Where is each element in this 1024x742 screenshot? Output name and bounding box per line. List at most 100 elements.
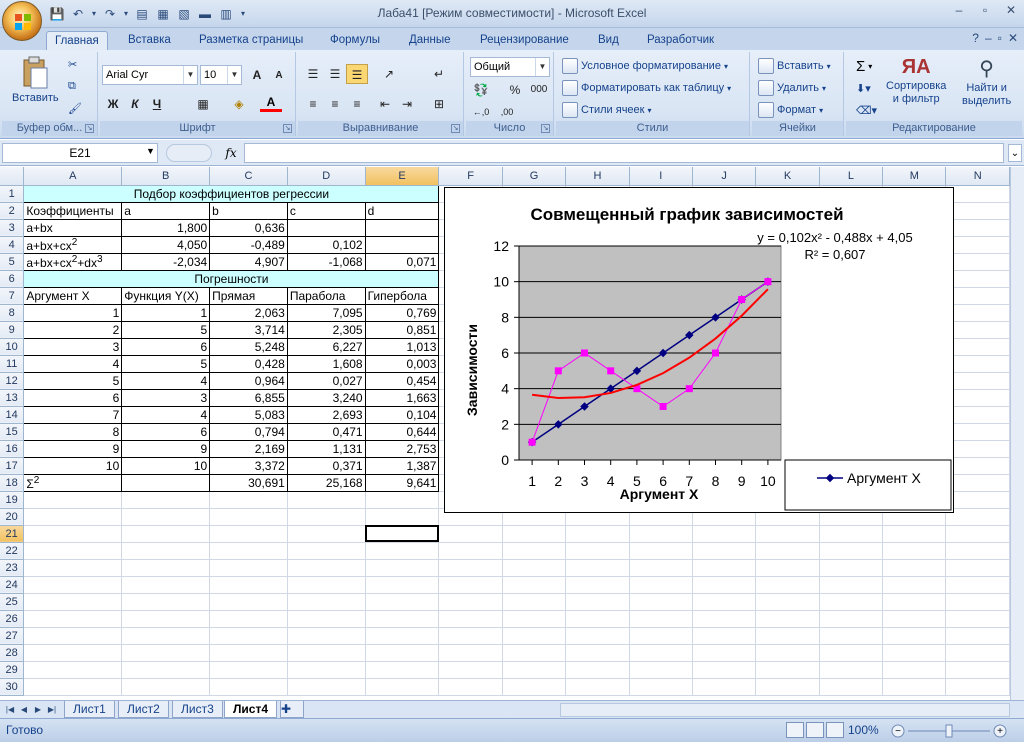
cell[interactable] xyxy=(755,610,820,628)
cell[interactable] xyxy=(502,644,567,662)
number-format-combo[interactable]: Общий ▼ xyxy=(470,57,550,77)
cell[interactable]: 1,608 xyxy=(286,354,366,373)
office-button[interactable] xyxy=(2,1,42,41)
cell[interactable] xyxy=(23,559,123,577)
currency-icon[interactable]: 💱 xyxy=(470,80,492,100)
cell[interactable] xyxy=(945,287,1010,305)
cell[interactable] xyxy=(23,610,123,628)
cell[interactable]: 6 xyxy=(121,422,211,441)
cell[interactable] xyxy=(692,576,757,594)
align-middle-icon[interactable]: ☰ xyxy=(324,64,346,84)
cell[interactable]: 0,794 xyxy=(209,422,288,441)
tab-view[interactable]: Вид xyxy=(590,31,627,50)
cell[interactable]: Функция Y(X) xyxy=(121,286,211,305)
borders-icon[interactable]: ▦ xyxy=(192,94,214,114)
cell[interactable] xyxy=(121,559,211,577)
row-header[interactable]: 9 xyxy=(0,321,25,339)
column-header[interactable]: N xyxy=(945,167,1010,186)
cell[interactable] xyxy=(287,542,366,560)
insert-function-button[interactable]: fx xyxy=(220,143,242,163)
cell[interactable] xyxy=(945,542,1010,560)
column-header[interactable]: I xyxy=(629,167,693,186)
cell[interactable] xyxy=(121,508,211,526)
help-icon[interactable]: ? xyxy=(972,31,979,45)
sheet-tab-4[interactable]: Лист4 xyxy=(224,701,278,718)
cell[interactable]: 0,644 xyxy=(364,422,440,441)
cell[interactable]: 10 xyxy=(23,456,123,475)
tab-data[interactable]: Данные xyxy=(401,31,459,50)
orientation-icon[interactable]: ↗ xyxy=(378,64,400,84)
delete-cells-button[interactable]: Удалить ▾ xyxy=(758,80,826,96)
cell[interactable] xyxy=(502,559,567,577)
cell[interactable]: 4 xyxy=(121,405,211,424)
cell[interactable]: Аргумент X xyxy=(23,286,123,305)
cell[interactable] xyxy=(819,678,884,696)
cell[interactable] xyxy=(692,678,757,696)
cell[interactable] xyxy=(755,661,820,679)
row-header[interactable]: 19 xyxy=(0,491,25,509)
cell[interactable]: 3 xyxy=(121,388,211,407)
ribbon-restore-icon[interactable]: ▫ xyxy=(998,31,1002,45)
tab-formulas[interactable]: Формулы xyxy=(322,31,388,50)
clear-icon[interactable]: ⌫▾ xyxy=(856,104,877,117)
column-header[interactable]: M xyxy=(882,167,947,186)
row-header[interactable]: 14 xyxy=(0,406,25,424)
row-header[interactable]: 8 xyxy=(0,304,25,322)
cut-icon[interactable]: ✂ xyxy=(68,58,77,71)
select-all-corner[interactable] xyxy=(0,167,25,186)
cell[interactable] xyxy=(565,593,630,611)
page-layout-view-icon[interactable] xyxy=(806,722,824,738)
cell[interactable] xyxy=(209,508,288,526)
cell[interactable]: Парабола xyxy=(286,286,366,305)
format-cells-button[interactable]: Формат ▾ xyxy=(758,102,823,118)
cell[interactable] xyxy=(945,304,1010,322)
cell[interactable] xyxy=(945,253,1010,271)
cell[interactable]: a+bx+cx2+dx3 xyxy=(23,252,123,271)
cell[interactable] xyxy=(23,678,123,696)
cell[interactable] xyxy=(438,627,503,645)
cell[interactable] xyxy=(365,491,440,509)
cell[interactable] xyxy=(438,661,503,679)
cell[interactable]: 0,371 xyxy=(286,456,366,475)
cell[interactable] xyxy=(121,542,211,560)
cell[interactable] xyxy=(565,644,630,662)
cell[interactable] xyxy=(209,678,288,696)
cell[interactable]: a+bx xyxy=(23,218,123,237)
copy-icon[interactable]: ⧉ xyxy=(68,80,76,93)
cell[interactable] xyxy=(755,627,820,645)
cell[interactable] xyxy=(23,491,123,509)
cell[interactable] xyxy=(565,678,630,696)
cell[interactable]: 5,248 xyxy=(209,337,288,356)
cell[interactable] xyxy=(438,610,503,628)
column-header[interactable]: K xyxy=(755,167,820,186)
cell[interactable] xyxy=(945,457,1010,475)
cell[interactable] xyxy=(945,559,1010,577)
format-as-table-button[interactable]: Форматировать как таблицу ▾ xyxy=(562,80,731,96)
cell[interactable]: 2,693 xyxy=(286,405,366,424)
cell[interactable] xyxy=(945,525,1010,543)
cell[interactable] xyxy=(692,542,757,560)
minimize-icon[interactable]: – xyxy=(946,0,972,20)
font-color-button[interactable]: A xyxy=(260,94,282,112)
sheet-tab-2[interactable]: Лист2 xyxy=(118,701,169,718)
cell[interactable] xyxy=(882,644,947,662)
cell[interactable]: a xyxy=(121,201,211,220)
cell[interactable] xyxy=(287,627,366,645)
cell[interactable] xyxy=(121,473,211,492)
cell[interactable]: -2,034 xyxy=(121,252,211,271)
cell[interactable]: 1,013 xyxy=(364,337,440,356)
cell[interactable] xyxy=(882,627,947,645)
cell[interactable] xyxy=(819,627,884,645)
row-header[interactable]: 25 xyxy=(0,593,25,611)
bold-button[interactable]: Ж xyxy=(102,94,124,114)
grow-font-button[interactable]: A xyxy=(246,65,268,85)
cell[interactable] xyxy=(945,576,1010,594)
cell[interactable]: 25,168 xyxy=(286,473,366,492)
cell[interactable] xyxy=(364,218,440,237)
cell[interactable] xyxy=(882,559,947,577)
cell[interactable] xyxy=(565,525,630,543)
cell[interactable] xyxy=(565,576,630,594)
sheet-tab-1[interactable]: Лист1 xyxy=(64,701,115,718)
row-header[interactable]: 18 xyxy=(0,474,25,492)
row-header[interactable]: 6 xyxy=(0,270,25,288)
